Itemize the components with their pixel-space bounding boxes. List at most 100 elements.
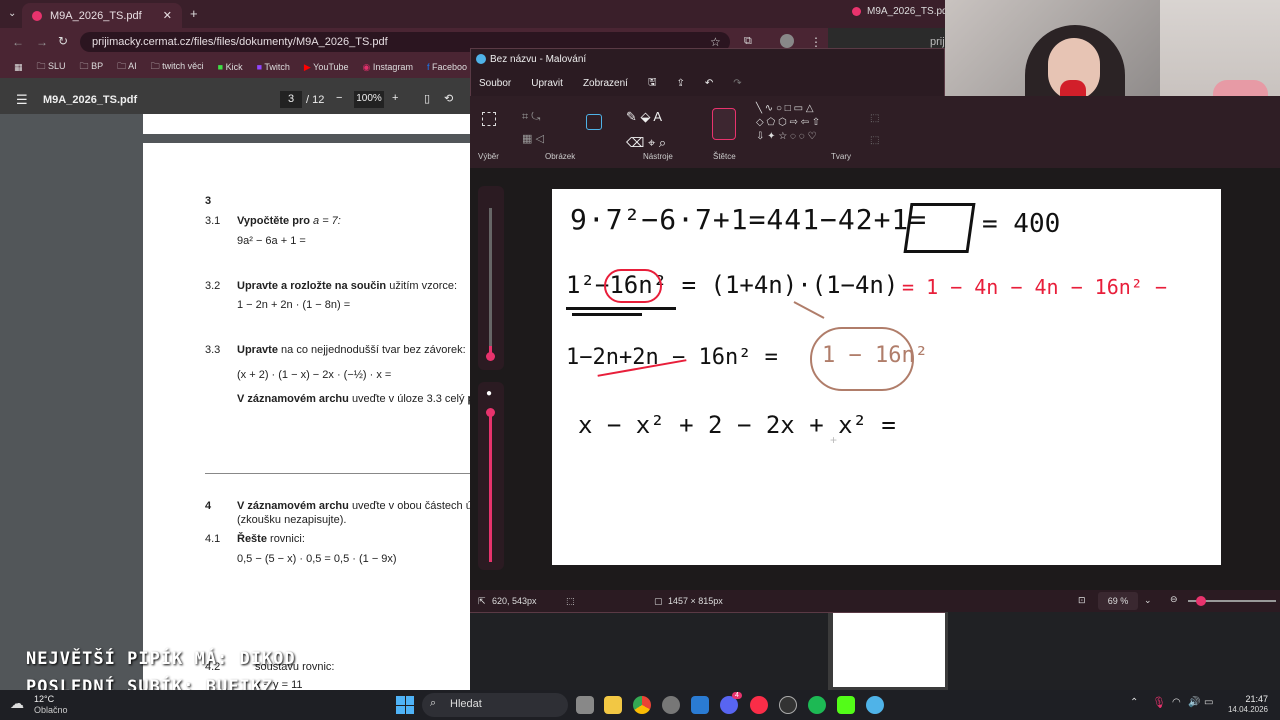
mic-icon[interactable]: 🎙 — [1152, 696, 1166, 709]
math-expression: 9a² − 6a + 1 = — [237, 235, 306, 247]
kick-icon[interactable] — [837, 696, 855, 714]
wifi-icon[interactable]: ◠ — [1172, 697, 1181, 708]
pdf-gap — [0, 78, 470, 86]
bookmark-item[interactable]: ◉ Instagram — [363, 62, 413, 73]
window-title: Bez názvu - Malování — [490, 53, 587, 65]
cursor-position: 620, 543px — [492, 596, 537, 606]
zoom-out-icon[interactable]: − — [336, 92, 342, 104]
zoom-in-icon[interactable]: + — [392, 92, 398, 104]
task-view-icon[interactable] — [576, 696, 594, 714]
question-number: 3.2 — [205, 280, 221, 292]
windows-start-icon[interactable] — [396, 696, 414, 714]
zoom-level[interactable]: 69 % — [1098, 592, 1138, 610]
fit-page-icon[interactable]: ▯ — [424, 92, 430, 105]
math-expression: 0,5 − (5 − x) · 0,5 = 0,5 · (1 − 9x) — [237, 553, 397, 565]
tab-favicon-icon — [852, 7, 861, 16]
bookmark-item[interactable]: 🗀 BP — [80, 59, 104, 75]
redo-icon[interactable]: ↷ — [733, 78, 741, 89]
shapes-grid[interactable]: ╲ ∿ ○ □ ▭ △ ◇ ⬠ ⬡ ⇨ ⇦ ⇧ ⇩ ✦ ☆ ◌ ◌ ♡ — [756, 102, 856, 144]
clock-time[interactable]: 21:47 — [1228, 694, 1268, 704]
drawing-canvas[interactable]: 9·7²−6·7+1=441−42+1= = 400 1²−16n² = (1+… — [552, 189, 1221, 565]
bookmark-star-icon[interactable]: ☆ — [710, 35, 721, 49]
spotify-icon[interactable] — [808, 696, 826, 714]
crosshair-cursor-icon: + — [830, 433, 838, 447]
new-tab-icon[interactable]: + — [190, 6, 198, 21]
paint-menubar: Soubor Upravit Zobrazení 🖫 ⇪ ↶ ↷ — [470, 72, 945, 94]
obs-icon[interactable] — [779, 696, 797, 714]
battery-icon[interactable]: ▭ — [1204, 697, 1213, 708]
question-note: V záznamovém archu uveďte v úloze 3.3 ce… — [237, 393, 498, 405]
divider — [205, 473, 470, 474]
bookmark-item[interactable]: 🗀 twitch věci — [151, 59, 204, 75]
browser-tab[interactable]: M9A_2026_TS.pdf ✕ — [22, 3, 182, 28]
question-text: Upravte a rozložte na součin užitím vzor… — [237, 280, 458, 292]
url-text: prij — [930, 36, 945, 48]
volume-icon[interactable]: 🔊 — [1188, 697, 1200, 708]
bookmark-item[interactable]: 🗀 AI — [117, 59, 137, 75]
share-icon[interactable]: ⇪ — [677, 78, 685, 89]
weather-temp: 12°C — [34, 694, 55, 704]
close-icon[interactable]: ✕ — [163, 9, 172, 22]
music-icon[interactable] — [750, 696, 768, 714]
question-number: 3 — [205, 195, 212, 207]
handwritten-line: 1−2n+2n − 16n² = — [566, 345, 778, 370]
rotate-icon[interactable]: ⟲ — [444, 92, 453, 105]
outline-fill-icons[interactable]: ⬚ ⬚ — [870, 108, 879, 152]
page-number-input[interactable]: 3 — [280, 91, 302, 108]
tools-group[interactable]: ✎ ⬙ A ⌫ ⌖ ⌕ — [626, 104, 666, 156]
settings-icon[interactable] — [662, 696, 680, 714]
bookmark-item[interactable]: ■ Twitch — [257, 62, 290, 72]
image-tools[interactable]: ⌗ ⤿ ▦ ◁ — [522, 106, 544, 150]
bookmark-item[interactable]: 🗀 SLU — [37, 59, 66, 75]
save-icon[interactable]: 🖫 — [648, 75, 657, 92]
extensions-icon[interactable]: ⧉ — [744, 35, 752, 48]
bookmark-item[interactable]: ■ Kick — [218, 62, 243, 72]
forward-icon[interactable]: → — [36, 35, 48, 49]
tab-list-icon[interactable]: ⌄ — [8, 8, 16, 19]
tray-chevron-icon[interactable]: ⌃ — [1130, 697, 1138, 708]
size-slider-handle[interactable] — [486, 352, 495, 361]
menu-icon[interactable]: ⋮ — [810, 35, 822, 49]
menu-edit[interactable]: Upravit — [531, 78, 563, 89]
undo-icon[interactable]: ↶ — [705, 78, 713, 89]
url-text: prijimacky.cermat.cz/files/files/dokumen… — [92, 36, 388, 48]
canvas-size-icon: ▢ — [654, 596, 663, 606]
hamburger-icon[interactable]: ☰ — [16, 92, 28, 108]
menu-file[interactable]: Soubor — [479, 78, 511, 89]
bookmark-item[interactable]: ▶ YouTube — [304, 62, 349, 73]
file-explorer-icon[interactable] — [604, 696, 622, 714]
photos-icon[interactable] — [691, 696, 709, 714]
chrome-icon[interactable] — [633, 696, 651, 714]
image-crop-icon[interactable] — [586, 114, 602, 130]
profile-avatar[interactable] — [780, 34, 794, 48]
zoom-slider-handle[interactable] — [1196, 596, 1206, 606]
bookmark-item[interactable]: f Faceboo — [427, 62, 467, 72]
tab-favicon-icon — [32, 10, 42, 21]
zoom-out-icon[interactable]: ⊖ — [1170, 594, 1178, 605]
paint-icon[interactable] — [866, 696, 884, 714]
zoom-dropdown-icon[interactable]: ⌄ — [1144, 595, 1152, 606]
taskbar-search[interactable]: ⌕ Hledat — [422, 693, 568, 717]
weather-icon[interactable]: ☁ — [10, 695, 24, 712]
question-text: Řešte rovnici: — [237, 533, 305, 545]
underline — [572, 313, 642, 316]
question-text: (zkoušku nezapisujte). — [237, 514, 347, 526]
select-icon[interactable] — [482, 112, 496, 126]
question-text: Upravte na co nejjednodušší tvar bez záv… — [237, 344, 466, 356]
opacity-icon: ● — [486, 388, 493, 399]
fit-icon[interactable]: ⊡ — [1078, 595, 1086, 606]
browser2-tab[interactable]: M9A_2026_TS.pdf — [852, 6, 950, 17]
weather-desc: Oblačno — [34, 705, 68, 715]
zoom-input[interactable]: 100% — [354, 91, 384, 108]
group-label: Obrázek — [545, 152, 576, 161]
handwritten-line: = 400 — [982, 209, 1061, 239]
question-text: V záznamovém archu uveďte v obou částech… — [237, 500, 493, 512]
brush-icon[interactable] — [712, 108, 736, 140]
clock-date[interactable]: 14.04.2026 — [1218, 705, 1268, 714]
reload-icon[interactable]: ↻ — [58, 34, 68, 48]
menu-view[interactable]: Zobrazení — [583, 78, 628, 89]
back-icon[interactable]: ← — [12, 35, 24, 49]
group-label: Štětce — [713, 152, 736, 161]
opacity-slider-handle[interactable] — [486, 408, 495, 417]
apps-icon[interactable]: ▦ — [14, 62, 23, 73]
